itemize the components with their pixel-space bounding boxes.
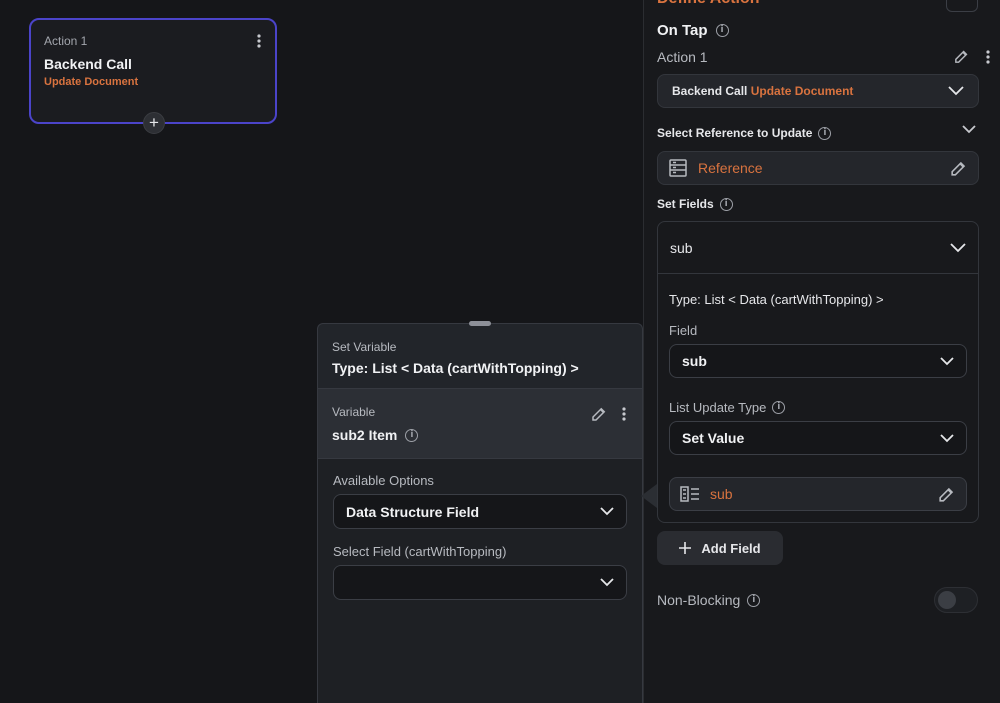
field-select[interactable]: sub: [669, 344, 967, 378]
edit-icon[interactable]: [949, 159, 968, 178]
set-field-name: sub: [670, 239, 693, 256]
chevron-down-icon: [940, 356, 954, 366]
reference-value: Reference: [698, 160, 763, 176]
set-variable-body: Available Options Data Structure Field S…: [318, 459, 642, 703]
edit-icon[interactable]: [937, 485, 956, 504]
field-type-text: Type: List < Data (cartWithTopping) >: [669, 292, 884, 307]
variable-name-row: sub2 Item i: [332, 427, 628, 443]
on-tap-label: On Tap: [657, 22, 708, 39]
edit-icon[interactable]: [953, 48, 970, 65]
non-blocking-row: Non-Blocking i: [657, 592, 761, 608]
value-source-text: sub: [710, 486, 733, 502]
field-label: Field: [669, 323, 967, 338]
more-vertical-icon[interactable]: [986, 49, 990, 64]
set-field-card: sub Type: List < Data (cartWithTopping) …: [657, 221, 979, 523]
action-node-subtitle: Update Document: [44, 76, 139, 88]
info-icon[interactable]: i: [818, 126, 832, 140]
info-icon[interactable]: i: [772, 401, 786, 414]
list-update-type-label: List Update Type: [669, 400, 767, 415]
panel-title: Define Action: [657, 0, 760, 8]
panel-pointer: [641, 484, 657, 508]
reference-field[interactable]: Reference: [657, 151, 979, 185]
non-blocking-label: Non-Blocking: [657, 592, 741, 608]
on-tap-header: On Tap i: [657, 22, 729, 39]
value-source-field[interactable]: sub: [669, 477, 967, 511]
action-node-title: Backend Call: [44, 56, 132, 72]
backend-call-label: Backend Call: [672, 84, 748, 98]
add-field-button[interactable]: Add Field: [657, 531, 783, 565]
variable-section: Variable sub2 Item i: [318, 389, 642, 459]
set-variable-panel: Set Variable Type: List < Data (cartWith…: [317, 321, 643, 703]
field-label-text: Field: [669, 323, 698, 338]
chevron-down-icon: [600, 578, 614, 587]
set-fields-header: Set Fields i: [657, 197, 733, 211]
variable-label: Variable: [332, 405, 376, 419]
chevron-down-icon: [600, 507, 614, 516]
select-reference-label: Select Reference to Update: [657, 126, 813, 140]
edit-icon[interactable]: [590, 405, 608, 423]
action-properties-panel: Define Action On Tap i Action 1 Backend …: [643, 0, 1000, 703]
available-options-select[interactable]: Data Structure Field: [333, 494, 627, 529]
set-variable-type: Type: List < Data (cartWithTopping) >: [332, 360, 579, 376]
drag-handle[interactable]: [469, 321, 491, 326]
select-field-select[interactable]: [333, 565, 627, 600]
action-row: Action 1: [657, 48, 990, 65]
database-icon: [668, 158, 688, 178]
variable-list-icon: [680, 486, 700, 502]
available-options-label: Available Options: [333, 473, 434, 488]
action-node[interactable]: Action 1 Backend Call Update Document +: [29, 18, 277, 134]
chevron-down-icon: [950, 242, 966, 253]
toggle-knob: [938, 591, 956, 609]
info-icon[interactable]: i: [719, 197, 733, 211]
variable-name: sub2 Item: [332, 427, 398, 443]
chevron-down-icon: [948, 86, 964, 96]
chevron-down-icon: [940, 433, 954, 443]
variable-tools: [590, 405, 626, 423]
non-blocking-toggle[interactable]: [934, 587, 978, 613]
canvas: Action 1 Backend Call Update Document + …: [0, 0, 643, 703]
action-type-select[interactable]: Backend Call Update Document: [657, 74, 979, 108]
action-tools: [953, 48, 990, 65]
panel-top-button[interactable]: [946, 0, 978, 12]
plus-icon: [679, 542, 692, 554]
action-node-label: Action 1: [44, 34, 88, 48]
backend-call-type: Update Document: [750, 84, 854, 98]
info-icon[interactable]: i: [715, 24, 729, 37]
more-vertical-icon[interactable]: [257, 34, 261, 48]
list-update-type-select[interactable]: Set Value: [669, 421, 967, 455]
action-label: Action 1: [657, 48, 708, 65]
field-select-value: sub: [682, 353, 707, 369]
select-reference-header: Select Reference to Update i: [657, 126, 832, 140]
set-field-header[interactable]: sub: [658, 222, 978, 274]
list-update-type-value: Set Value: [682, 430, 745, 446]
list-update-type-header: List Update Type i: [669, 400, 967, 415]
info-icon[interactable]: i: [747, 593, 761, 607]
add-field-label: Add Field: [701, 540, 761, 556]
more-vertical-icon[interactable]: [622, 407, 626, 421]
set-field-body: Type: List < Data (cartWithTopping) > Fi…: [658, 274, 978, 529]
select-field-label: Select Field (cartWithTopping): [333, 544, 507, 559]
chevron-down-icon[interactable]: [962, 125, 976, 134]
add-action-button[interactable]: +: [143, 112, 165, 134]
set-fields-label: Set Fields: [657, 197, 714, 211]
set-variable-header: Set Variable Type: List < Data (cartWith…: [318, 324, 642, 389]
set-variable-label: Set Variable: [332, 340, 397, 354]
available-options-value: Data Structure Field: [346, 503, 480, 520]
info-icon[interactable]: i: [405, 428, 419, 442]
action-type-text: Backend Call Update Document: [672, 84, 853, 98]
